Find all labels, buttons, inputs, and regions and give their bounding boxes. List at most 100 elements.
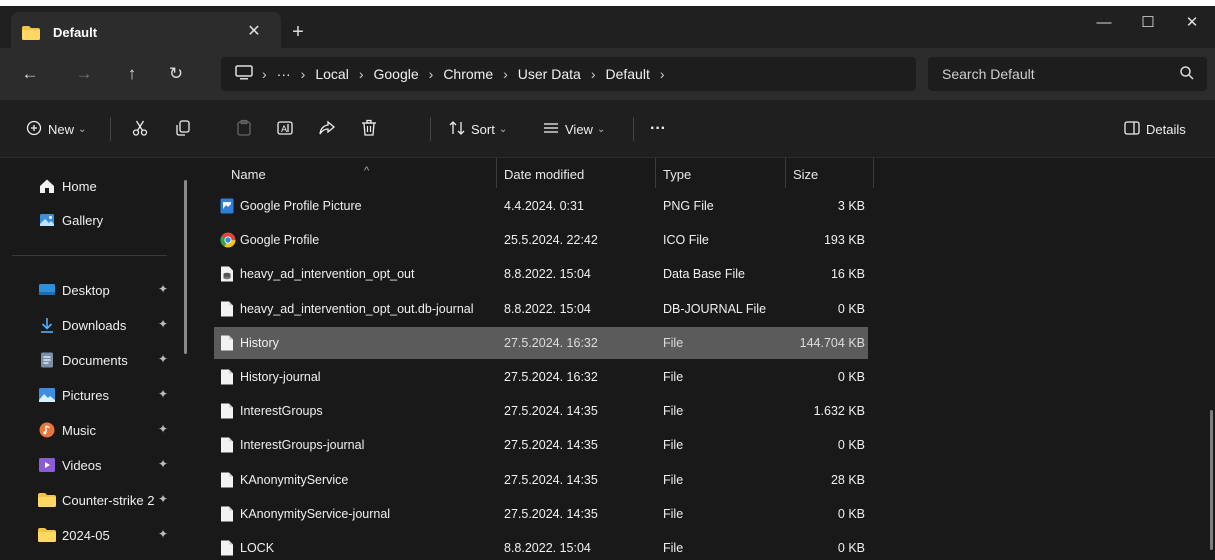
- sort-button[interactable]: Sort ⌄: [449, 100, 507, 158]
- pin-icon[interactable]: ✦: [158, 387, 168, 401]
- search-input[interactable]: Search Default: [942, 66, 1035, 82]
- file-date-modified: 4.4.2024. 0:31: [504, 199, 584, 213]
- close-window-button[interactable]: ✕: [1170, 8, 1214, 38]
- breadcrumb-chrome[interactable]: Chrome: [438, 66, 498, 82]
- column-header-type[interactable]: Type: [656, 158, 786, 188]
- details-button[interactable]: Details: [1124, 100, 1186, 158]
- minimize-button[interactable]: —: [1082, 8, 1126, 38]
- file-size: 3 KB: [837, 199, 865, 213]
- file-name: History: [240, 335, 279, 350]
- copy-button[interactable]: [174, 100, 192, 158]
- file-row[interactable]: KAnonymityService-journal 27.5.2024. 14:3…: [214, 498, 868, 530]
- maximize-button[interactable]: ☐: [1126, 8, 1170, 38]
- sidebar-item-documents[interactable]: Documents ✦: [38, 345, 188, 375]
- sidebar-item-2024-05[interactable]: 2024-05 ✦: [38, 520, 188, 550]
- file-row[interactable]: heavy_ad_intervention_opt_out 8.8.2022. 1…: [214, 258, 868, 290]
- sort-ascending-icon: ^: [364, 165, 370, 177]
- breadcrumb-local[interactable]: Local: [310, 66, 353, 82]
- sidebar-item-pictures[interactable]: Pictures ✦: [38, 380, 188, 410]
- pin-icon[interactable]: ✦: [158, 527, 168, 541]
- sidebar-item-videos[interactable]: Videos ✦: [38, 450, 188, 480]
- sidebar-item-gallery[interactable]: Gallery: [38, 205, 188, 235]
- file-row[interactable]: History-journal 27.5.2024. 16:32 File 0 KB: [214, 361, 868, 393]
- column-header-name[interactable]: ^ Name: [224, 158, 497, 188]
- sidebar-item-label: Documents: [62, 352, 128, 368]
- refresh-button[interactable]: ↻: [164, 62, 188, 86]
- cut-button[interactable]: [131, 100, 149, 158]
- file-row[interactable]: KAnonymityService 27.5.2024. 14:35 File 28 …: [214, 464, 868, 496]
- file-date-modified: 8.8.2022. 15:04: [504, 267, 591, 282]
- column-header-size[interactable]: Size: [786, 158, 874, 188]
- file-name: heavy_ad_intervention_opt_out.db-journal: [240, 301, 474, 316]
- file-row[interactable]: InterestGroups 27.5.2024. 14:35 File 1.632 …: [214, 395, 868, 427]
- search-box[interactable]: Search Default: [928, 57, 1207, 91]
- file-icon: [220, 506, 234, 522]
- file-date-modified: 8.8.2022. 15:04: [504, 301, 591, 316]
- file-type: DB-JOURNAL File: [663, 301, 767, 316]
- breadcrumb-separator[interactable]: ›: [655, 66, 670, 82]
- search-icon[interactable]: [1179, 65, 1195, 84]
- delete-button[interactable]: [360, 100, 378, 158]
- file-list-scrollbar[interactable]: [1210, 410, 1213, 550]
- sidebar-item-music[interactable]: Music ✦: [38, 415, 188, 445]
- sidebar-item-label: Gallery: [62, 212, 104, 228]
- home-icon: [38, 177, 56, 195]
- breadcrumb-separator[interactable]: ›: [354, 66, 369, 82]
- file-date-modified: 27.5.2024. 16:32: [504, 370, 598, 384]
- up-button[interactable]: ↑: [120, 62, 144, 86]
- file-row[interactable]: Google Profile Picture 4.4.2024. 0:31 PNG …: [214, 190, 868, 222]
- file-name: Google Profile Picture: [240, 199, 362, 213]
- file-date-modified: 25.5.2024. 22:42: [504, 233, 598, 248]
- file-explorer-window: Default ✕ + — ☐ ✕ ← → ↑ ↻ › ··· › Local …: [0, 0, 1215, 560]
- file-row[interactable]: LOCK 8.8.2022. 15:04 File 0 KB: [214, 532, 868, 560]
- file-row[interactable]: InterestGroups-journal 27.5.2024. 14:35 Fi…: [214, 429, 868, 461]
- close-tab-icon[interactable]: ✕: [242, 20, 266, 44]
- file-size: 28 KB: [830, 472, 865, 487]
- plus-circle-icon: [26, 120, 42, 139]
- file-icon: [220, 403, 234, 419]
- breadcrumb-separator[interactable]: ›: [424, 66, 439, 82]
- sidebar-item-home[interactable]: Home: [38, 171, 188, 201]
- file-size: 0 KB: [837, 370, 865, 384]
- this-pc-icon[interactable]: [231, 64, 257, 84]
- sidebar-item-label: Downloads: [62, 317, 127, 333]
- new-tab-button[interactable]: +: [286, 20, 310, 44]
- sidebar-item-downloads[interactable]: Downloads ✦: [38, 310, 188, 340]
- file-row[interactable]: History 27.5.2024. 16:32 File 144.704 KB: [214, 326, 868, 359]
- column-header-date[interactable]: Date modified: [497, 158, 656, 188]
- pin-icon[interactable]: ✦: [158, 492, 168, 506]
- view-button[interactable]: View ⌄: [543, 100, 605, 158]
- share-button[interactable]: [318, 100, 336, 158]
- paste-button[interactable]: [235, 100, 253, 158]
- pin-icon[interactable]: ✦: [158, 317, 168, 331]
- breadcrumb-separator[interactable]: ›: [296, 66, 311, 82]
- breadcrumb-separator[interactable]: ›: [498, 66, 513, 82]
- more-options-button[interactable]: ···: [650, 100, 666, 158]
- sidebar-item-desktop[interactable]: Desktop ✦: [38, 275, 188, 305]
- file-size: 193 KB: [823, 233, 865, 248]
- pin-icon[interactable]: ✦: [158, 457, 168, 471]
- back-button[interactable]: ←: [18, 62, 42, 86]
- sidebar-scrollbar[interactable]: [184, 180, 187, 354]
- pin-icon[interactable]: ✦: [158, 422, 168, 436]
- rename-button[interactable]: A: [276, 100, 294, 158]
- pin-icon[interactable]: ✦: [158, 282, 168, 296]
- breadcrumb-separator[interactable]: ›: [586, 66, 601, 82]
- file-row[interactable]: Google Profile 25.5.2024. 22:42 ICO File 19…: [214, 224, 868, 256]
- file-row[interactable]: heavy_ad_intervention_opt_out.db-journal…: [214, 293, 868, 325]
- breadcrumb-separator[interactable]: ›: [257, 66, 272, 82]
- file-type: File: [663, 370, 684, 384]
- breadcrumb-user-data[interactable]: User Data: [513, 66, 586, 82]
- address-bar[interactable]: › ··· › Local › Google › Chrome › User D…: [221, 57, 916, 91]
- forward-button[interactable]: →: [72, 62, 96, 86]
- breadcrumb-default[interactable]: Default: [600, 66, 654, 82]
- pin-icon[interactable]: ✦: [158, 352, 168, 366]
- file-size: 16 KB: [830, 267, 865, 282]
- breadcrumb-google[interactable]: Google: [368, 66, 423, 82]
- image-file-icon: [220, 198, 234, 214]
- sidebar-item-counter-strike-2[interactable]: Counter-strike 2 ✦: [38, 485, 188, 515]
- pictures-icon: [38, 386, 56, 404]
- command-bar: New ⌄ A Sort ⌄ View ⌄ ··· Details: [0, 100, 1215, 158]
- new-button[interactable]: New ⌄: [26, 100, 86, 158]
- breadcrumb-overflow[interactable]: ···: [272, 66, 296, 82]
